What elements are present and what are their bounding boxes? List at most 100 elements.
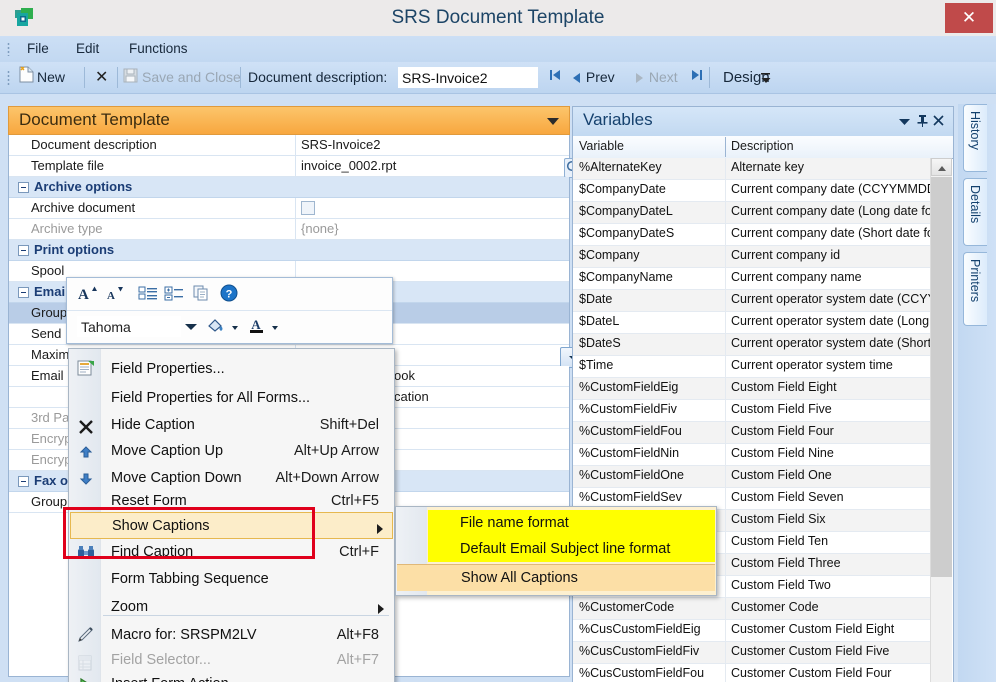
collapse-toggle-icon[interactable] [18, 287, 29, 298]
scroll-up-button[interactable] [931, 158, 952, 176]
variable-row[interactable]: $Time Current operator system time [573, 356, 931, 378]
variable-row[interactable]: $CompanyDate Current company date (CCYYMM… [573, 180, 931, 202]
sidebar-item-printers[interactable]: Printers [963, 252, 987, 326]
row-value[interactable]: SRS-Invoice2 [301, 137, 380, 152]
row-value[interactable]: invoice_0002.rpt [301, 158, 396, 173]
fill-color-caret-icon[interactable] [232, 326, 238, 330]
menu-item-zoom[interactable]: Zoom [70, 593, 393, 621]
document-description-input[interactable]: SRS-Invoice2 [398, 67, 538, 88]
toolbar-grip-icon[interactable] [7, 70, 10, 86]
chevron-down-icon[interactable] [547, 118, 559, 125]
close-icon[interactable] [931, 115, 945, 128]
row-document-description[interactable]: Document description SRS-Invoice2 [9, 135, 569, 156]
decrease-font-size-icon[interactable]: A [105, 284, 127, 304]
sidebar-item-history[interactable]: History [963, 104, 987, 172]
variable-row[interactable]: %CustomFieldFou Custom Field Four [573, 422, 931, 444]
menu-item-field-properties[interactable]: Field Properties... [70, 354, 393, 384]
row-archive-type[interactable]: Archive type {none} [9, 219, 569, 240]
font-dropdown-caret-icon[interactable] [185, 324, 197, 330]
variable-row[interactable]: %CusCustomFieldFou Customer Custom Field … [573, 664, 931, 682]
variable-row[interactable]: $DateL Current operator system date (Long… [573, 312, 931, 334]
side-tab-label: Details [968, 185, 982, 224]
sidebar-item-details[interactable]: Details [963, 178, 987, 246]
variable-row[interactable]: $DateS Current operator system date (Shor… [573, 334, 931, 356]
collapse-toggle-icon[interactable] [18, 476, 29, 487]
menu-item-hide-caption[interactable]: Hide Caption Shift+Del [70, 413, 393, 438]
variable-row[interactable]: $CompanyDateS Current company date (Short… [573, 224, 931, 246]
font-color-caret-icon[interactable] [272, 326, 278, 330]
increase-font-size-icon[interactable]: A [77, 284, 99, 304]
group-archive-options[interactable]: Archive options [9, 177, 569, 198]
variable-row[interactable]: %AlternateKey Alternate key [573, 158, 931, 180]
help-icon[interactable]: ? [219, 284, 241, 304]
menu-item-move-caption-down[interactable]: Move Caption Down Alt+Down Arrow [70, 465, 393, 491]
variable-row[interactable]: %CustomFieldFiv Custom Field Five [573, 400, 931, 422]
group-print-options[interactable]: Print options [9, 240, 569, 261]
row-template-file[interactable]: Template file invoice_0002.rpt [9, 156, 584, 178]
macro-pencil-icon [76, 626, 96, 646]
variables-scrollbar[interactable] [930, 158, 952, 682]
expand-collapse-icon[interactable] [163, 284, 185, 304]
variable-row[interactable]: %CustomerCode Customer Code [573, 598, 931, 620]
menu-item-insert-form-action[interactable]: Insert Form Action [70, 672, 393, 682]
window-close-button[interactable]: ✕ [945, 3, 993, 33]
submenu-arrow-icon [378, 604, 384, 614]
submenu-item-default-email-subject-line-format[interactable]: Default Email Subject line format [428, 536, 715, 562]
row-caption: Send [31, 326, 62, 341]
variable-row[interactable]: $Date Current operator system date (CCYYM [573, 290, 931, 312]
menu-item-field-properties-for-all-forms[interactable]: Field Properties for All Forms... [70, 384, 393, 413]
fill-color-icon[interactable] [203, 317, 229, 337]
menu-edit[interactable]: Edit [67, 36, 108, 62]
variable-row[interactable]: $CompanyDateL Current company date (Long … [573, 202, 931, 224]
menu-grip-icon[interactable] [7, 42, 10, 56]
font-color-icon[interactable]: A [245, 317, 269, 337]
copy-icon[interactable] [191, 284, 213, 304]
variable-row[interactable]: $Company Current company id [573, 246, 931, 268]
menu-item-move-caption-up[interactable]: Move Caption Up Alt+Up Arrow [70, 438, 393, 465]
menu-functions[interactable]: Functions [120, 36, 197, 62]
collapse-toggle-icon[interactable] [18, 245, 29, 256]
column-divider[interactable] [725, 137, 726, 157]
variable-row[interactable]: %CusCustomFieldFiv Customer Custom Field … [573, 642, 931, 664]
collapse-toggle-icon[interactable] [18, 182, 29, 193]
archive-document-checkbox[interactable] [301, 201, 315, 215]
submenu-item-file-name-format[interactable]: File name format [428, 510, 715, 536]
first-record-icon [550, 70, 560, 80]
variable-row-divider [725, 202, 726, 223]
variable-row-divider [725, 620, 726, 641]
row-archive-document[interactable]: Archive document [9, 198, 569, 219]
menu-item-macro-for-srspm2lv[interactable]: Macro for: SRSPM2LV Alt+F8 [70, 621, 393, 649]
next-record-button[interactable]: Next [629, 62, 683, 93]
variable-description: Custom Field Four [731, 424, 834, 438]
variable-row[interactable]: %CustomFieldNin Custom Field Nine [573, 444, 931, 466]
new-button[interactable]: New [14, 62, 70, 93]
pin-icon[interactable] [915, 115, 929, 129]
column-header-description[interactable]: Description [731, 139, 794, 153]
last-record-button[interactable] [685, 62, 709, 93]
variable-row[interactable]: $CompanyName Current company name [573, 268, 931, 290]
first-record-button[interactable] [543, 62, 567, 93]
submenu-item-show-all-captions[interactable]: Show All Captions [397, 564, 715, 591]
window-body: File Edit Functions New ✕ Save and Close… [0, 36, 996, 682]
variable-row-divider [725, 422, 726, 443]
menu-file[interactable]: File [18, 36, 58, 62]
list-layout-icon[interactable] [137, 284, 159, 304]
side-tab-label: History [968, 111, 982, 150]
variable-row[interactable]: %CustomFieldEig Custom Field Eight [573, 378, 931, 400]
menu-item-shortcut: Alt+Up Arrow [293, 443, 379, 459]
menu-item-form-tabbing-sequence[interactable]: Form Tabbing Sequence [70, 566, 393, 593]
prev-label: Prev [585, 69, 615, 85]
column-header-variable[interactable]: Variable [579, 139, 624, 153]
row-caption: Spool [31, 263, 65, 278]
chevron-down-icon[interactable] [897, 115, 911, 128]
font-family-select[interactable]: Tahoma [77, 316, 181, 337]
variable-row[interactable]: %CustomFieldOne Custom Field One [573, 466, 931, 488]
variable-row[interactable]: %CusCustomFieldEig Customer Custom Field … [573, 620, 931, 642]
prev-record-button[interactable]: Prev [566, 62, 620, 93]
delete-button[interactable]: ✕ [90, 62, 113, 93]
menu-item-field-selector[interactable]: Field Selector... Alt+F7 [70, 649, 393, 672]
scroll-thumb[interactable] [931, 177, 952, 577]
toolbar-overflow-button[interactable] [760, 70, 772, 88]
menu-item-label: Field Properties... [111, 361, 225, 377]
save-and-close-button[interactable]: Save and Close [123, 62, 241, 93]
